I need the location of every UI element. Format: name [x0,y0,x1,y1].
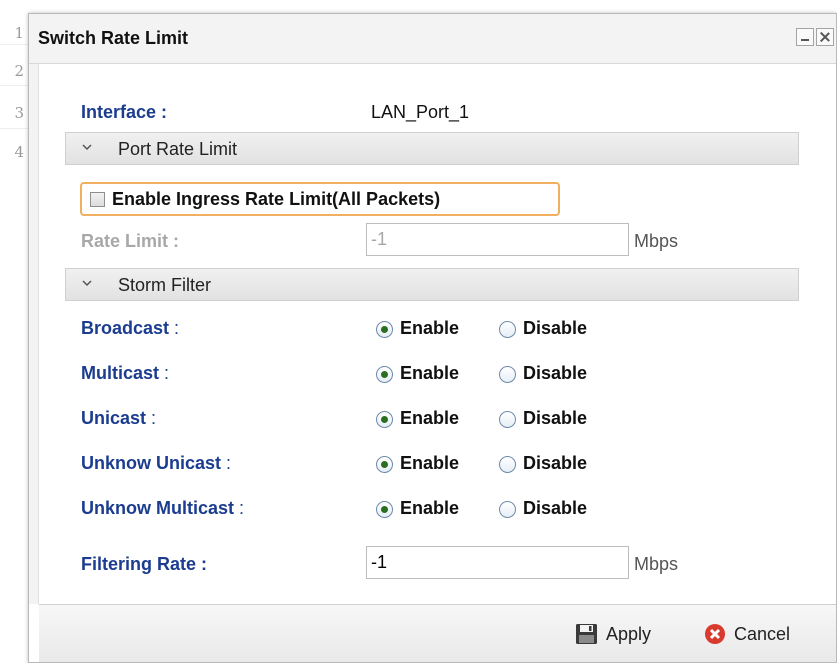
disable-radio[interactable] [499,366,516,383]
disable-radio[interactable] [499,321,516,338]
section-label: Storm Filter [118,275,212,295]
enable-radio[interactable] [376,366,393,383]
grid-rule [0,128,28,129]
storm-filter-colon: : [164,363,170,383]
apply-label: Apply [606,623,652,644]
enable-radio-label[interactable]: Enable [400,363,459,384]
grid-rule [0,44,28,45]
dialog-titlebar[interactable]: Switch Rate Limit [29,14,836,64]
enable-radio[interactable] [376,456,393,473]
disable-radio-label[interactable]: Disable [523,453,587,474]
enable-radio[interactable] [376,321,393,338]
rate-limit-input[interactable] [366,223,629,256]
switch-rate-limit-dialog: Switch Rate Limit Interface : LAN_Port_1… [28,13,837,663]
storm-filter-colon: : [174,318,180,338]
disable-radio-label[interactable]: Disable [523,363,587,384]
enable-radio-label[interactable]: Enable [400,453,459,474]
row-number: 1 [14,24,24,42]
floppy-disk-icon [576,624,597,644]
storm-filter-colon: : [151,408,157,428]
storm-filter-name: Unknow Unicast [81,453,222,473]
ingress-rate-limit-checkbox[interactable] [90,192,105,207]
cancel-button[interactable]: Cancel [704,622,790,646]
disable-radio-label[interactable]: Disable [523,498,587,519]
storm-filter-label: Broadcast : [81,318,179,339]
enable-radio-label[interactable]: Enable [400,408,459,429]
interface-label: Interface : [81,102,168,122]
row-number: 2 [14,62,24,80]
storm-filter-label: Unknow Multicast : [81,498,244,519]
row-number: 4 [14,143,24,161]
grid-rule [0,85,28,86]
storm-filter-label: Unknow Unicast : [81,453,231,474]
storm-filter-name: Multicast [81,363,160,383]
filtering-rate-unit: Mbps [634,554,679,574]
section-storm-filter[interactable]: Storm Filter [65,268,799,301]
cancel-label: Cancel [734,623,791,644]
storm-filter-name: Unicast [81,408,147,428]
dialog-left-gutter [29,64,39,604]
chevron-down-icon [82,144,92,151]
interface-value: LAN_Port_1 [371,102,470,122]
storm-filter-label: Unicast : [81,408,156,429]
section-port-rate-limit[interactable]: Port Rate Limit [65,132,799,165]
dialog-title: Switch Rate Limit [38,28,189,48]
enable-radio[interactable] [376,411,393,428]
storm-filter-colon: : [226,453,232,473]
rate-limit-label: Rate Limit : [81,231,180,251]
enable-radio-label[interactable]: Enable [400,318,459,339]
storm-filter-name: Broadcast [81,318,170,338]
ingress-rate-limit-option[interactable]: Enable Ingress Rate Limit(All Packets) [80,182,560,216]
dialog-footer: Apply Cancel [39,604,836,662]
disable-radio-label[interactable]: Disable [523,408,587,429]
chevron-down-icon [82,280,92,287]
rate-limit-unit: Mbps [634,231,679,251]
section-label: Port Rate Limit [118,139,238,159]
disable-radio[interactable] [499,411,516,428]
enable-radio[interactable] [376,501,393,518]
row-number: 3 [14,104,24,122]
storm-filter-label: Multicast : [81,363,169,384]
cancel-x-icon [705,624,725,644]
enable-radio-label[interactable]: Enable [400,498,459,519]
storm-filter-name: Unknow Multicast [81,498,235,518]
filtering-rate-label: Filtering Rate : [81,554,208,574]
filtering-rate-input[interactable] [366,546,629,579]
storm-filter-colon: : [239,498,245,518]
ingress-rate-limit-label: Enable Ingress Rate Limit(All Packets) [112,189,441,209]
minimize-icon[interactable] [796,28,814,46]
disable-radio[interactable] [499,501,516,518]
apply-button[interactable]: Apply [575,622,651,646]
disable-radio[interactable] [499,456,516,473]
disable-radio-label[interactable]: Disable [523,318,587,339]
close-icon[interactable] [816,28,834,46]
